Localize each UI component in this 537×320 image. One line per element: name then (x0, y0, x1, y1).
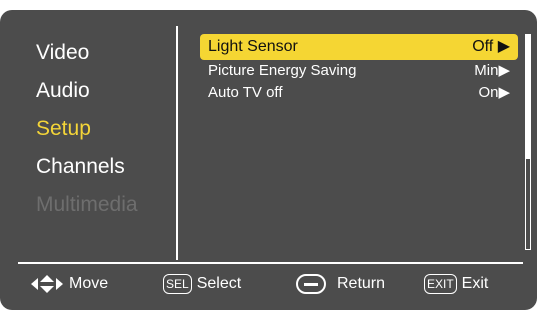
scrollbar[interactable] (525, 34, 531, 250)
hint-exit: EXIT Exit (424, 266, 488, 302)
four-way-arrow-icon (31, 275, 63, 293)
hint-return-label: Return (337, 275, 386, 292)
hint-move: Move (30, 266, 108, 302)
setting-row-light-sensor[interactable]: Light Sensor Off ▶ (200, 34, 518, 60)
exit-key-icon: EXIT (424, 274, 457, 294)
setup-panel: Light Sensor Off ▶ Picture Energy Saving… (200, 34, 518, 104)
menu-item-video[interactable]: Video (36, 34, 138, 72)
setting-value: On▶ (478, 84, 510, 101)
hint-select-label: Select (196, 275, 242, 292)
scrollbar-thumb[interactable] (526, 35, 530, 159)
setting-value: Off ▶ (472, 38, 510, 55)
setting-row-auto-tv-off[interactable]: Auto TV off On▶ (200, 82, 518, 104)
osd-menu: Video Audio Setup Channels Multimedia Li… (0, 10, 537, 310)
setting-label: Auto TV off (208, 84, 283, 101)
return-icon (296, 274, 326, 294)
setting-value: Min▶ (474, 62, 510, 79)
footer-hints: Move SEL Select Return EXIT Exit (0, 266, 537, 302)
hint-exit-label: Exit (461, 275, 489, 292)
menu-item-audio[interactable]: Audio (36, 72, 138, 110)
horizontal-divider (18, 262, 523, 264)
hint-return: Return (296, 266, 385, 302)
menu-item-setup[interactable]: Setup (36, 110, 138, 148)
menu-item-channels[interactable]: Channels (36, 148, 138, 186)
sel-key-icon: SEL (163, 274, 192, 294)
setting-label: Light Sensor (208, 38, 298, 55)
setting-label: Picture Energy Saving (208, 62, 357, 79)
setting-row-picture-energy-saving[interactable]: Picture Energy Saving Min▶ (200, 60, 518, 82)
vertical-divider (176, 26, 178, 260)
hint-move-label: Move (69, 275, 109, 292)
hint-select: SEL Select (163, 266, 241, 302)
main-menu: Video Audio Setup Channels Multimedia (36, 34, 138, 224)
menu-item-multimedia: Multimedia (36, 193, 138, 216)
